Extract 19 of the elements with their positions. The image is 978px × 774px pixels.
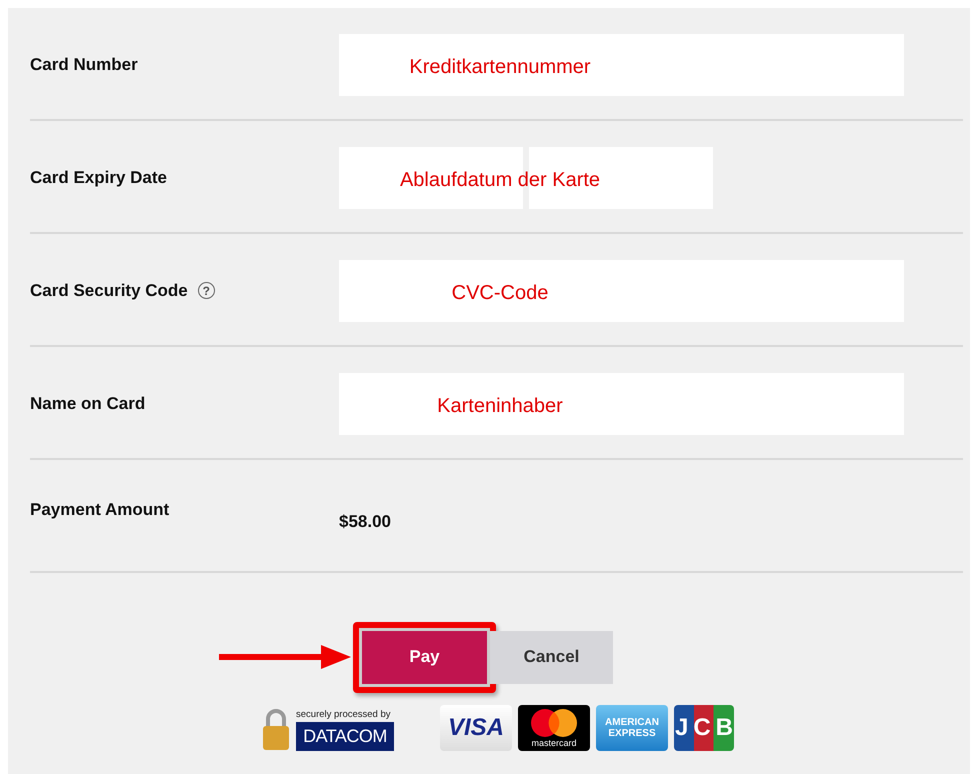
datacom-logo: DATACOM (296, 722, 394, 751)
annotation-text: Kreditkartennummer (409, 55, 591, 78)
pay-button[interactable]: Pay (362, 630, 487, 684)
field-label: Card Security Code (30, 280, 188, 300)
cancel-button[interactable]: Cancel (490, 630, 613, 684)
badge-caption: securely processed by (296, 709, 391, 720)
visa-logo: VISA (440, 705, 512, 751)
field-label: Payment Amount (30, 500, 170, 520)
amount-value: $58.00 (339, 512, 391, 532)
amex-logo: AMERICAN EXPRESS (596, 705, 668, 751)
field-label: Card Expiry Date (30, 168, 167, 188)
annotation-text: Ablaufdatum der Karte (400, 168, 600, 192)
mastercard-logo: mastercard (518, 705, 590, 751)
annotation-text: CVC-Code (452, 281, 548, 304)
field-label: Card Number (30, 54, 138, 74)
field-label: Name on Card (30, 394, 146, 414)
help-icon[interactable]: ? (198, 282, 215, 299)
padlock-icon (262, 707, 290, 751)
annotation-text: Karteninhaber (437, 394, 563, 418)
